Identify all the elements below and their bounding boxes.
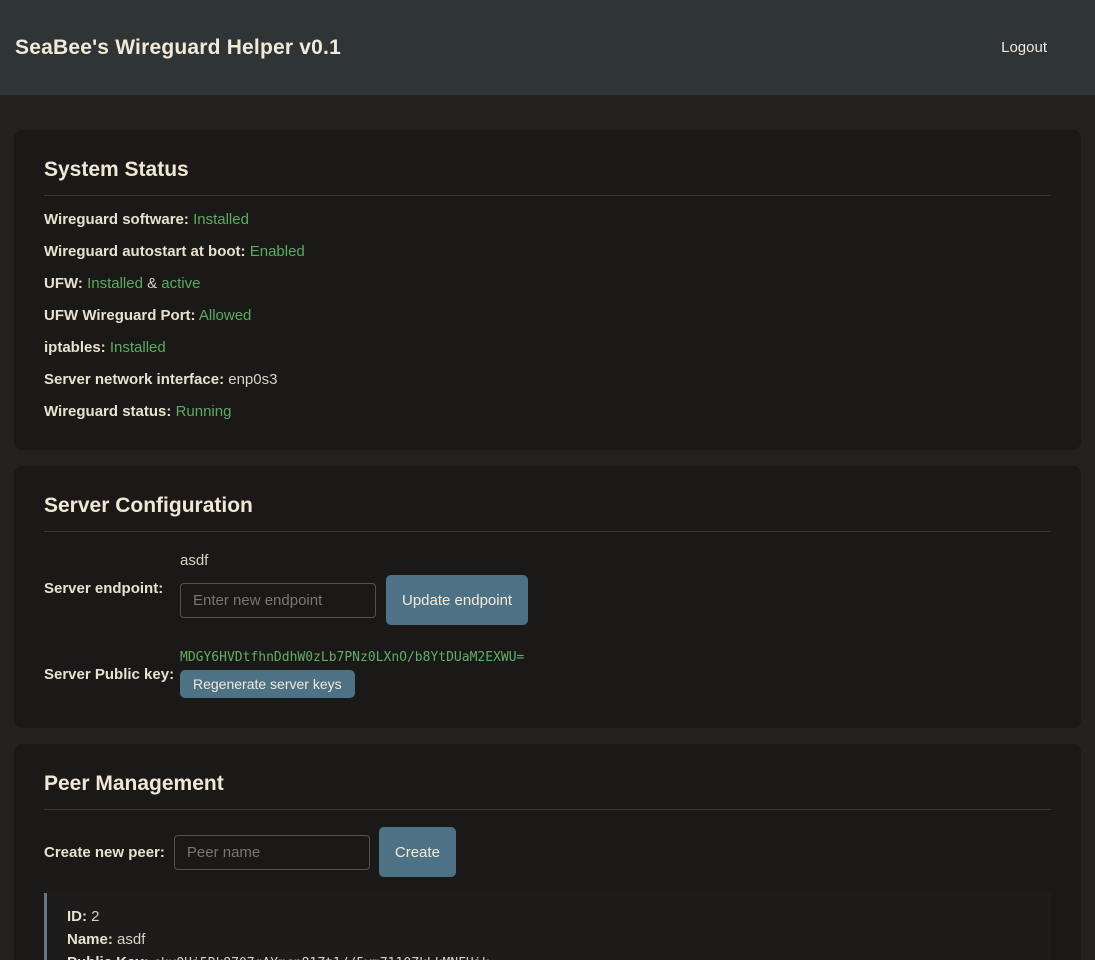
server-public-key-value: MDGY6HVDtfhnDdhW0zLb7PNz0LXnO/b8YtDUaM2E… <box>180 651 524 665</box>
peer-name-line: Name: asdf <box>67 932 1031 948</box>
status-separator: & <box>147 275 157 292</box>
server-endpoint-row: Server endpoint: asdf Update endpoint <box>44 552 1051 625</box>
section-divider <box>44 809 1051 810</box>
system-status-card: System Status Wireguard software: Instal… <box>14 130 1081 450</box>
status-value: Installed <box>87 275 143 292</box>
section-divider <box>44 531 1051 532</box>
status-value: Installed <box>110 339 166 356</box>
server-configuration-card: Server Configuration Server endpoint: as… <box>14 466 1081 728</box>
status-value: active <box>161 275 200 292</box>
update-endpoint-button[interactable]: Update endpoint <box>386 575 528 625</box>
app-title: SeaBee's Wireguard Helper v0.1 <box>15 36 341 60</box>
peer-name-input[interactable] <box>174 835 370 870</box>
status-row-wireguard-status: Wireguard status: Running <box>44 404 1051 420</box>
peer-name-value: asdf <box>117 931 145 948</box>
server-endpoint-label: Server endpoint: <box>44 580 180 597</box>
create-peer-button[interactable]: Create <box>379 827 456 877</box>
status-row-iptables: iptables: Installed <box>44 340 1051 356</box>
peer-public-key-line: Public Key: ckyOHj5Bk8707gAYmcn81Zt1//5y… <box>67 955 1031 960</box>
regenerate-keys-button[interactable]: Regenerate server keys <box>180 670 355 698</box>
peer-id-line: ID: 2 <box>67 909 1031 925</box>
peer-id-label: ID: <box>67 908 87 925</box>
status-value: Running <box>176 403 232 420</box>
server-public-key-control: MDGY6HVDtfhnDdhW0zLb7PNz0LXnO/b8YtDUaM2E… <box>180 651 524 698</box>
status-label: UFW: <box>44 275 83 292</box>
status-label: iptables: <box>44 339 106 356</box>
status-value: enp0s3 <box>228 371 277 388</box>
main-content: System Status Wireguard software: Instal… <box>0 95 1095 960</box>
status-label: Wireguard autostart at boot: <box>44 243 246 260</box>
status-label: UFW Wireguard Port: <box>44 307 196 324</box>
status-label: Wireguard software: <box>44 211 189 228</box>
status-value: Installed <box>193 211 249 228</box>
server-public-key-row: Server Public key: MDGY6HVDtfhnDdhW0zLb7… <box>44 651 1051 698</box>
status-label: Wireguard status: <box>44 403 171 420</box>
peer-public-key-value: ckyOHj5Bk8707gAYmcn81Zt1//5ym7110ZkLkMNF… <box>153 956 497 960</box>
create-peer-row: Create new peer: Create <box>44 827 1051 877</box>
status-row-interface: Server network interface: enp0s3 <box>44 372 1051 388</box>
status-row-autostart: Wireguard autostart at boot: Enabled <box>44 244 1051 260</box>
status-label: Server network interface: <box>44 371 224 388</box>
peer-management-title: Peer Management <box>44 772 1051 796</box>
peer-entry: ID: 2 Name: asdf Public Key: ckyOHj5Bk87… <box>44 893 1051 960</box>
current-endpoint-value: asdf <box>180 552 528 569</box>
status-value: Enabled <box>250 243 305 260</box>
system-status-title: System Status <box>44 158 1051 182</box>
server-endpoint-control: asdf Update endpoint <box>180 552 528 625</box>
new-endpoint-input[interactable] <box>180 583 376 618</box>
section-divider <box>44 195 1051 196</box>
peer-name-label: Name: <box>67 931 113 948</box>
create-peer-label: Create new peer: <box>44 844 165 861</box>
status-value: Allowed <box>199 307 252 324</box>
peer-id-value: 2 <box>91 908 99 925</box>
server-public-key-label: Server Public key: <box>44 666 180 683</box>
status-row-ufw: UFW: Installed & active <box>44 276 1051 292</box>
peer-public-key-label: Public Key: <box>67 954 149 960</box>
peer-management-card: Peer Management Create new peer: Create … <box>14 744 1081 960</box>
status-row-wireguard-software: Wireguard software: Installed <box>44 212 1051 228</box>
server-configuration-title: Server Configuration <box>44 494 1051 518</box>
logout-link[interactable]: Logout <box>1001 39 1047 56</box>
status-row-ufw-port: UFW Wireguard Port: Allowed <box>44 308 1051 324</box>
app-header: SeaBee's Wireguard Helper v0.1 Logout <box>0 0 1095 95</box>
